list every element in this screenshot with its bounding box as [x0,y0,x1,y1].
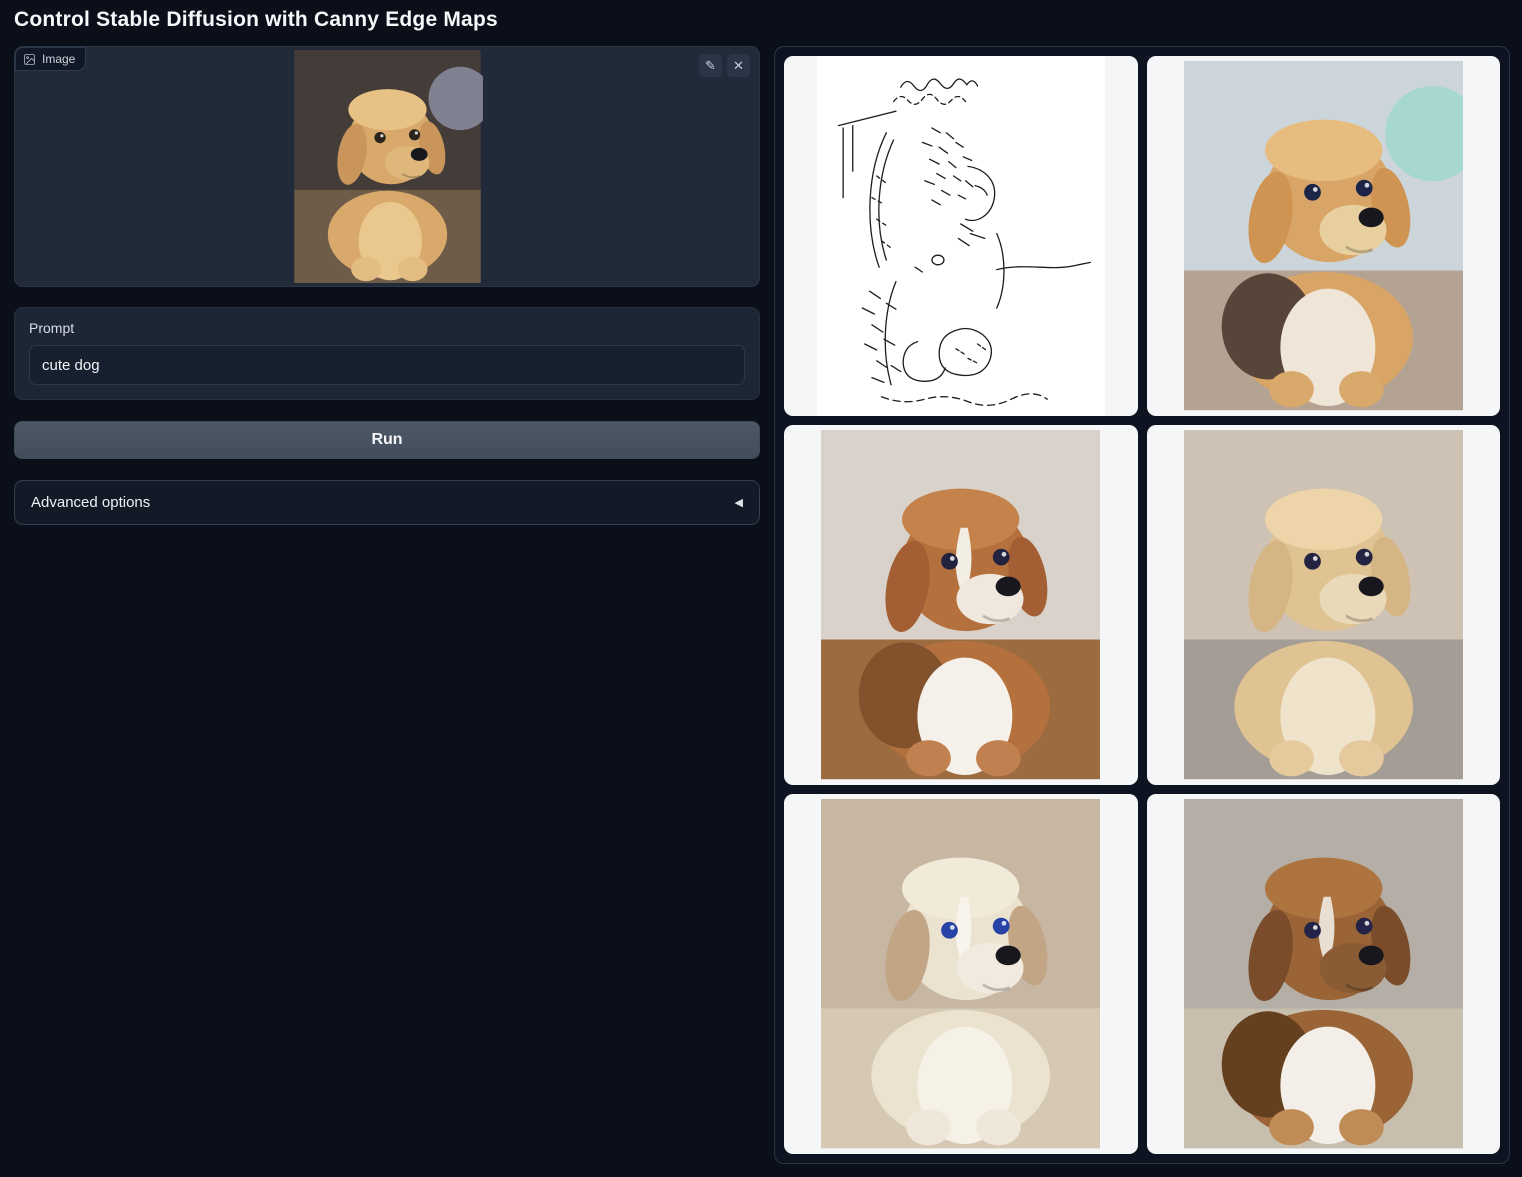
gallery-item-edge-map[interactable] [784,56,1138,416]
output-gallery [774,46,1510,1164]
gallery-item-generated-2[interactable] [784,425,1138,785]
prompt-panel: Prompt [14,307,760,400]
input-image-block[interactable]: Image ✎ ✕ [14,46,760,287]
canny-edge-map-image [784,56,1138,416]
input-image-preview[interactable] [292,47,483,286]
clear-image-button[interactable]: ✕ [727,54,750,77]
main-layout: Image ✎ ✕ Prompt Run Advanced options [14,46,1510,1164]
generated-dog-image-5 [1184,799,1463,1148]
edit-image-button[interactable]: ✎ [699,54,722,77]
generated-dog-image-2 [821,430,1100,779]
image-icon [23,53,36,66]
page-title: Control Stable Diffusion with Canny Edge… [14,8,1510,32]
pencil-icon: ✎ [705,59,716,72]
run-button[interactable]: Run [14,421,760,459]
gallery-item-generated-1[interactable] [1147,56,1501,416]
input-image-photo [292,50,483,283]
app: Control Stable Diffusion with Canny Edge… [0,0,1522,1164]
advanced-options-label: Advanced options [31,494,150,511]
prompt-label: Prompt [29,320,745,336]
image-block-label: Image [15,47,86,71]
controls-column: Image ✎ ✕ Prompt Run Advanced options [14,46,760,525]
generated-dog-image-3 [1184,430,1463,779]
prompt-input[interactable] [29,345,745,385]
generated-dog-image-4 [821,799,1100,1148]
gallery-item-generated-4[interactable] [784,794,1138,1154]
chevron-left-icon: ◀ [735,496,743,509]
gallery-item-generated-3[interactable] [1147,425,1501,785]
image-toolbar: ✎ ✕ [699,54,750,77]
advanced-options-accordion[interactable]: Advanced options ◀ [14,480,760,525]
gallery-item-generated-5[interactable] [1147,794,1501,1154]
image-block-label-text: Image [42,52,75,66]
generated-dog-image-1 [1184,61,1463,410]
close-icon: ✕ [733,59,744,72]
